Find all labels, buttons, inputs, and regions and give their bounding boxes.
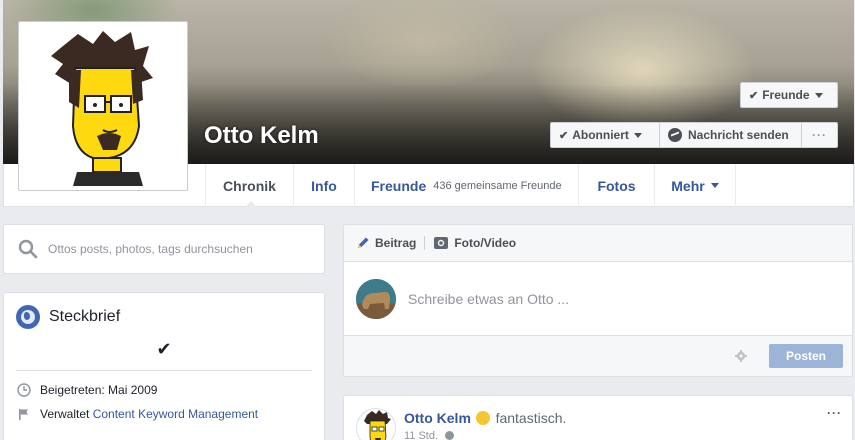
chevron-down-icon xyxy=(710,183,719,188)
search-icon xyxy=(18,239,38,259)
chevron-down-icon xyxy=(814,92,823,98)
tab-label: Fotos xyxy=(597,177,636,194)
cartoon-avatar-icon xyxy=(51,31,153,186)
more-dots-icon: ··· xyxy=(812,128,827,142)
check-icon: ✔ xyxy=(559,129,569,142)
send-message-button[interactable]: Nachricht senden xyxy=(659,122,802,148)
camera-icon xyxy=(434,237,449,249)
audience-icon[interactable] xyxy=(445,431,455,440)
profile-search[interactable]: Ottos posts, photos, tags durchsuchen xyxy=(3,224,325,274)
post-author-avatar[interactable] xyxy=(356,408,396,440)
globe-icon xyxy=(16,305,40,329)
divider xyxy=(16,370,312,371)
tab-label: Freunde xyxy=(371,177,427,194)
subscribed-button-label: Abonniert xyxy=(572,128,629,142)
composer-tab-post[interactable]: Beitrag xyxy=(375,236,416,250)
laughing-emoji-icon xyxy=(476,411,491,425)
manages-prefix: Verwaltet xyxy=(40,407,90,421)
tab-friends[interactable]: Freunde 436 gemeinsame Freunde xyxy=(354,164,578,207)
tab-more[interactable]: Mehr xyxy=(654,164,736,207)
joined-text: Beigetreten: Mai 2009 xyxy=(40,383,158,397)
checkmark-icon: ✔ xyxy=(156,339,172,359)
tab-photos[interactable]: Fotos xyxy=(578,164,654,207)
mutual-friends-count: 436 gemeinsame Freunde xyxy=(433,179,562,192)
post-composer: Beitrag Foto/Video Schreibe etwas an Ott… xyxy=(343,224,853,377)
pencil-icon xyxy=(358,237,369,248)
send-message-label: Nachricht senden xyxy=(688,128,789,142)
divider xyxy=(424,236,426,250)
clock-icon xyxy=(16,383,32,397)
intro-title: Steckbrief xyxy=(49,308,121,325)
managed-page-link[interactable]: Content Keyword Management xyxy=(93,407,258,421)
composer-tab-photo-video[interactable]: Foto/Video xyxy=(454,236,516,250)
manages-row: Verwaltet Content Keyword Management xyxy=(16,407,312,421)
user-avatar[interactable] xyxy=(356,278,396,319)
friends-button[interactable]: ✔ Freunde xyxy=(740,82,838,108)
post-timestamp[interactable]: 11 Std. xyxy=(404,430,438,440)
intro-card: Steckbrief ✔ Beigetreten: Mai 2009 Verwa… xyxy=(3,292,325,440)
gear-icon[interactable] xyxy=(735,350,747,362)
post-options-icon[interactable]: ··· xyxy=(827,406,842,420)
check-icon: ✔ xyxy=(749,89,759,102)
tab-label: Chronik xyxy=(223,177,276,194)
flag-icon xyxy=(16,408,32,420)
search-input[interactable]: Ottos posts, photos, tags durchsuchen xyxy=(48,242,253,256)
tab-label: Mehr xyxy=(671,177,705,194)
joined-row: Beigetreten: Mai 2009 xyxy=(16,383,312,397)
post-button[interactable]: Posten xyxy=(769,344,843,368)
tab-label: Info xyxy=(311,177,337,194)
tab-timeline[interactable]: Chronik xyxy=(205,164,293,208)
chevron-down-icon xyxy=(633,132,642,138)
post-feeling: fantastisch. xyxy=(495,410,567,426)
subscribed-button[interactable]: ✔ Abonniert xyxy=(550,122,660,148)
tab-info[interactable]: Info xyxy=(293,164,354,207)
friends-button-label: Freunde xyxy=(762,88,810,102)
messenger-icon xyxy=(668,128,682,142)
more-options-button[interactable]: ··· xyxy=(801,122,838,148)
profile-name[interactable]: Otto Kelm xyxy=(204,122,319,150)
feed-post: Otto Kelm fantastisch. 11 Std. ··· xyxy=(343,395,853,440)
post-author-name[interactable]: Otto Kelm xyxy=(404,410,471,426)
profile-picture[interactable] xyxy=(18,21,188,191)
composer-input[interactable]: Schreibe etwas an Otto ... xyxy=(408,291,569,307)
